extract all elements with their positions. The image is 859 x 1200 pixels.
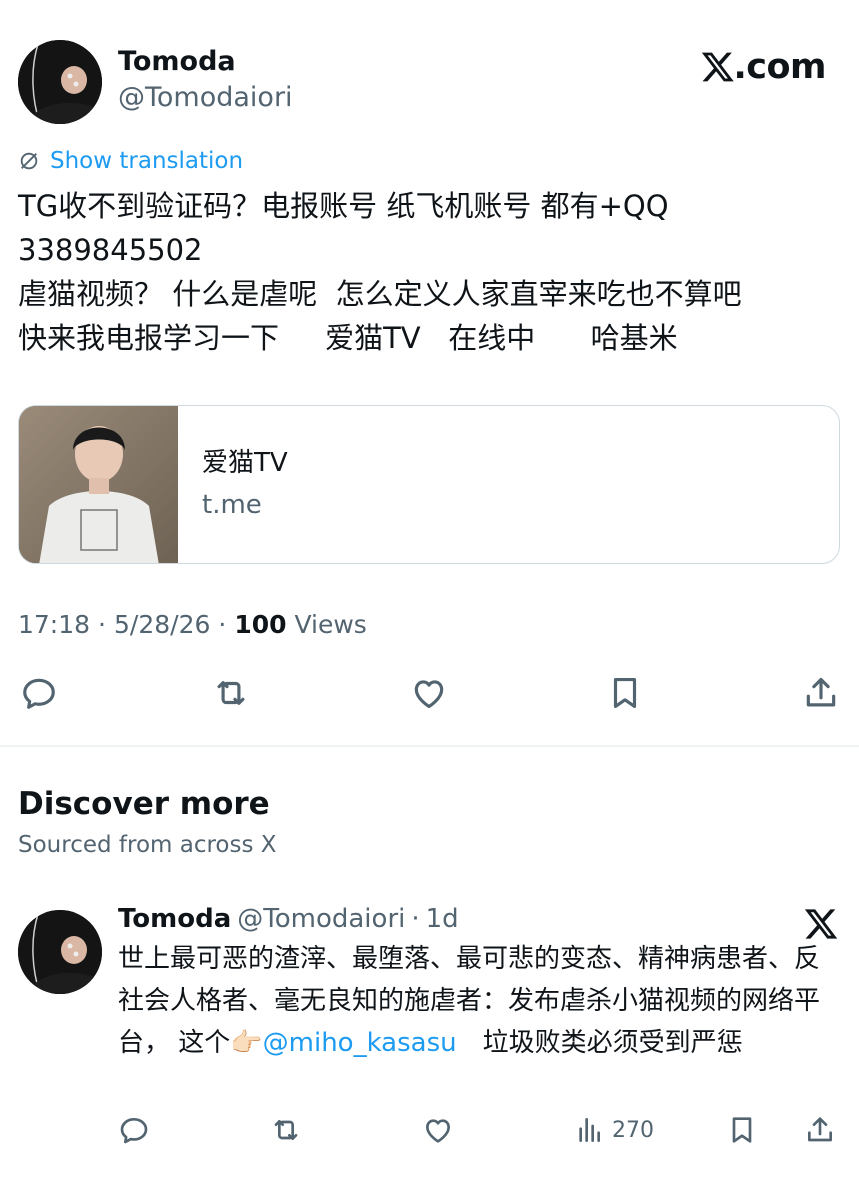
related-bookmark-button[interactable] [726,1112,758,1148]
related-views-button[interactable]: 270 [574,1112,654,1148]
views-count: 100 [234,610,287,639]
share-icon [808,1117,832,1142]
show-translation-link[interactable]: Show translation [18,148,243,174]
like-icon [414,680,444,709]
bookmark-icon [613,677,637,709]
link-card-domain: t.me [202,490,262,520]
pointing-hand-emoji: 👉🏻 [230,1028,263,1058]
discover-subtitle: Sourced from across X [18,832,277,858]
reply-icon [120,1118,148,1144]
retweet-icon [217,681,245,705]
x-brand-logo: .com [700,44,826,90]
share-button[interactable] [802,674,842,714]
retweet-button[interactable] [212,674,252,714]
related-reply-button[interactable] [118,1112,150,1148]
related-separator: · [411,904,420,934]
related-like-button[interactable] [422,1112,454,1148]
related-action-bar: 270 [0,1112,859,1148]
author-handle[interactable]: @Tomodaiori [118,82,293,113]
related-author-avatar[interactable] [18,910,102,994]
x-logo-icon [804,909,838,939]
tweet-time[interactable]: 17:18 [18,610,90,639]
tweet-date[interactable]: 5/28/26 [114,610,210,639]
related-author-handle[interactable]: @Tomodaiori [237,904,405,934]
related-header: Tomoda @Tomodaiori · 1d [118,904,459,934]
link-card[interactable]: 爱猫TV t.me [18,405,840,564]
link-card-title[interactable]: 爱猫TV [202,446,288,480]
share-icon [806,677,836,707]
tweet-text: TG收不到验证码？电报账号 纸飞机账号 都有+QQ 3389845502 虐猫视… [18,189,742,355]
like-icon [426,1119,450,1143]
author-avatar[interactable] [18,40,102,124]
views-chart-icon [579,1118,600,1142]
tweet-action-bar [0,674,859,714]
reply-button[interactable] [20,674,60,714]
reply-icon [23,678,55,709]
x-logo-icon [701,52,734,82]
brand-text: .com [733,47,826,87]
related-retweet-button[interactable] [270,1112,302,1148]
related-tweet-text: 世上最可恶的渣滓、最堕落、最可悲的变态、精神病患者、反社会人格者、毫无良知的施虐… [118,938,838,1064]
mention-link[interactable]: @miho_kasasu [263,1028,457,1058]
discover-title: Discover more [18,786,270,822]
views-label: Views [294,610,367,639]
related-views-count: 270 [612,1117,654,1143]
related-text-after: 垃圾败类必须受到严惩 [456,1028,743,1058]
link-card-thumbnail[interactable] [19,406,178,563]
meta-separator: · [218,610,227,639]
like-button[interactable] [410,674,450,714]
tweet-meta: 17:18 · 5/28/26 · 100 Views [18,610,367,639]
related-author-name[interactable]: Tomoda [118,904,231,934]
section-divider [0,745,859,747]
bookmark-icon [732,1117,752,1143]
related-age[interactable]: 1d [426,904,459,934]
meta-separator: · [98,610,106,639]
related-share-button[interactable] [804,1112,836,1148]
bookmark-button[interactable] [606,674,646,714]
author-name[interactable]: Tomoda [118,46,236,77]
translate-icon [20,152,38,170]
retweet-icon [274,1120,298,1140]
show-translation-label[interactable]: Show translation [50,148,243,174]
